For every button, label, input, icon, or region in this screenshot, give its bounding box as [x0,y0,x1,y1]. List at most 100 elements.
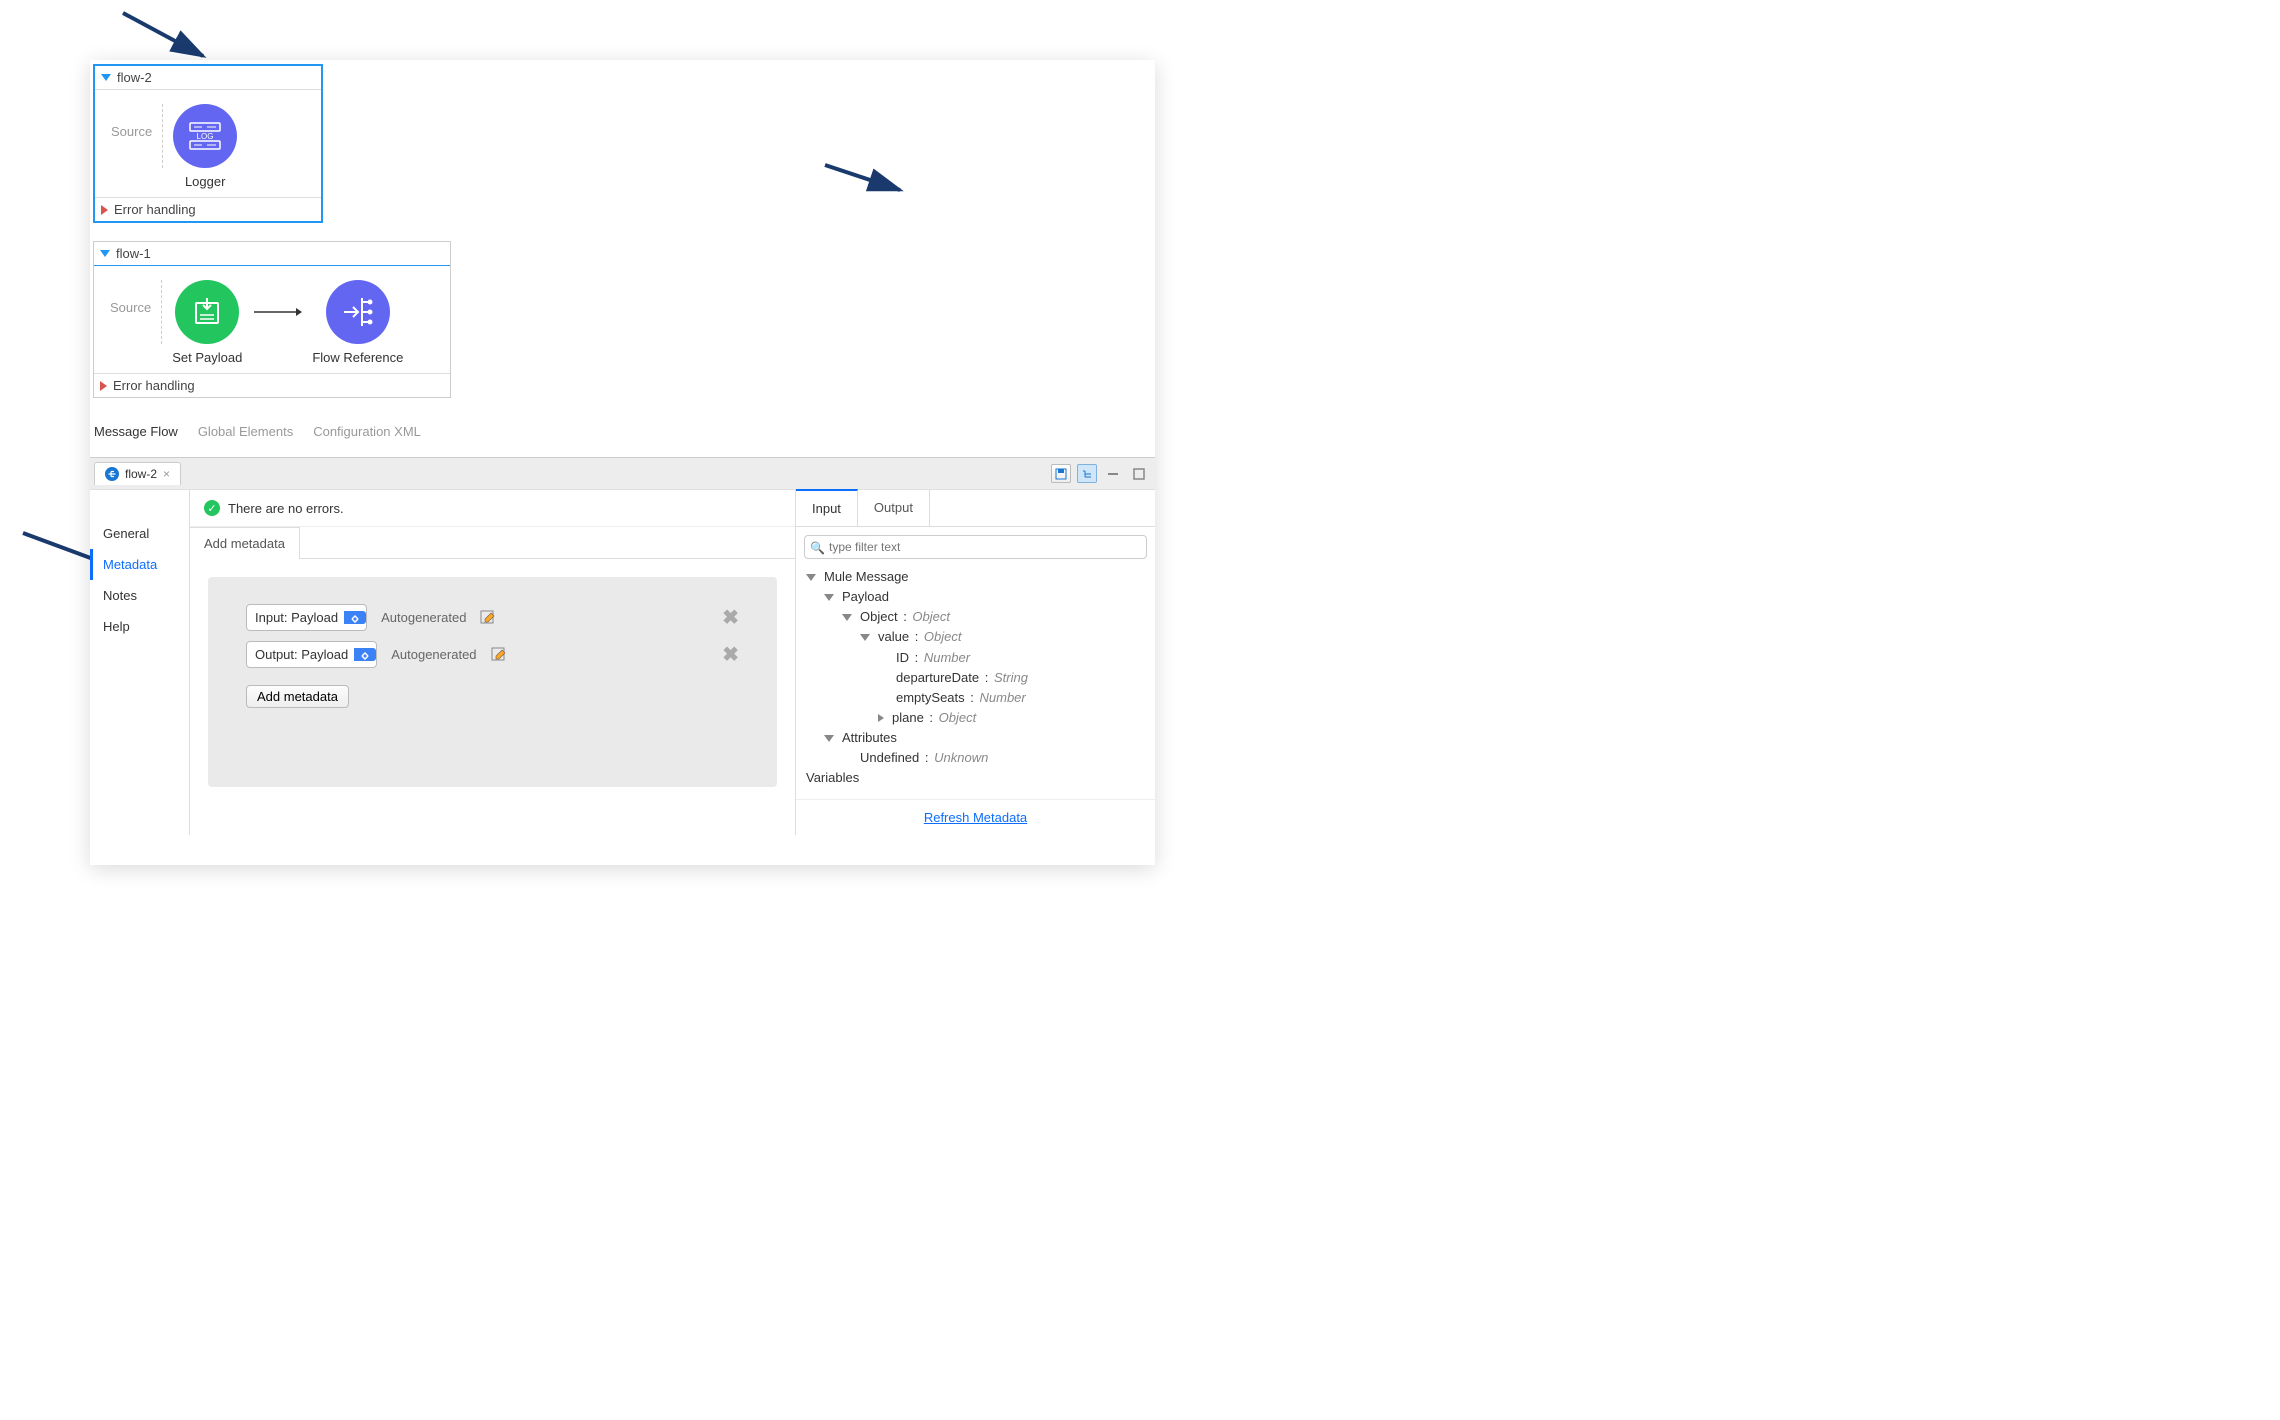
edit-icon[interactable] [480,610,496,626]
metadata-tabs: Add metadata [190,527,795,559]
tree-node-variables[interactable]: Variables [806,768,1145,788]
flow-box-flow1[interactable]: flow-1 Source Set Payload [93,241,451,398]
chevron-down-icon [100,250,110,257]
flow-box-flow2[interactable]: flow-2 Source LOG Logger Error handling [93,64,323,223]
tree-node-payload[interactable]: Payload [806,587,1145,607]
tree-node-undefined[interactable]: Undefined : Unknown [806,748,1145,768]
node-label: Flow Reference [312,350,403,365]
properties-tabbar: flow-2 × [90,458,1155,490]
properties-body: General Metadata Notes Help ✓ There are … [90,490,1155,835]
flow-node-flow-reference[interactable]: Flow Reference [312,280,403,365]
flow-title: flow-2 [117,70,152,85]
close-icon[interactable]: × [163,467,170,481]
tab-global-elements[interactable]: Global Elements [198,424,293,439]
delete-icon[interactable]: ✖ [722,605,739,630]
minimize-icon[interactable] [1103,464,1123,483]
edit-icon[interactable] [491,647,507,663]
status-text: There are no errors. [228,501,344,516]
maximize-icon[interactable] [1129,464,1149,483]
logger-icon: LOG [173,104,237,168]
delete-icon[interactable]: ✖ [722,642,739,667]
metadata-row-input: Input: Payload Autogenerated ✖ [246,605,739,630]
tab-add-metadata[interactable]: Add metadata [190,527,300,559]
nav-item-help[interactable]: Help [90,611,189,642]
metadata-form: Input: Payload Autogenerated ✖ Output: P… [208,577,777,787]
tree-node-plane[interactable]: plane : Object [806,708,1145,728]
chevron-down-icon [842,614,852,621]
chevron-right-icon [878,714,884,722]
status-bar: ✓ There are no errors. [190,490,795,527]
panel-toolbar [1051,464,1155,483]
flow-node-logger[interactable]: LOG Logger [173,104,237,189]
tree-node-attributes[interactable]: Attributes [806,728,1145,748]
set-payload-icon [175,280,239,344]
refresh-metadata-link[interactable]: Refresh Metadata [924,810,1027,825]
canvas-area: flow-2 Source LOG Logger Error handling [90,64,1155,457]
source-placeholder[interactable]: Source [107,104,163,168]
tab-message-flow[interactable]: Message Flow [94,424,178,439]
flow-header[interactable]: flow-1 [94,242,450,266]
chevron-down-icon [824,594,834,601]
tree-node-value[interactable]: value : Object [806,627,1145,647]
autogenerated-label: Autogenerated [391,647,476,662]
flow-header[interactable]: flow-2 [95,66,321,90]
flow-icon [105,467,119,481]
chevron-right-icon [100,381,107,391]
metadata-row-output: Output: Payload Autogenerated ✖ [246,642,739,667]
autogenerated-label: Autogenerated [381,610,466,625]
metadata-content: Input: Payload Autogenerated ✖ Output: P… [190,559,795,805]
add-metadata-button[interactable]: Add metadata [246,685,349,708]
tree-node-mule-message[interactable]: Mule Message [806,567,1145,587]
properties-panel: flow-2 × General Metadata Notes Help [90,457,1155,835]
tree-node-object[interactable]: Object : Object [806,607,1145,627]
node-label: Logger [185,174,225,189]
refresh-row: Refresh Metadata [796,799,1155,835]
properties-main: ✓ There are no errors. Add metadata Inpu… [190,490,795,835]
nav-item-notes[interactable]: Notes [90,580,189,611]
select-input-payload[interactable]: Input: Payload [246,610,367,625]
annotation-arrow-icon [820,160,910,200]
check-icon: ✓ [204,500,220,516]
error-handling-label: Error handling [114,202,196,217]
nav-item-general[interactable]: General [90,518,189,549]
select-caret-icon [344,611,366,624]
tab-input[interactable]: Input [796,489,858,526]
flow-connector-arrow-icon [252,306,302,318]
error-handling-section[interactable]: Error handling [94,373,450,397]
select-output-payload[interactable]: Output: Payload [246,647,377,662]
tree-node-id[interactable]: ID : Number [806,648,1145,668]
tree-view-icon[interactable] [1077,464,1097,483]
node-label: Set Payload [172,350,242,365]
flow-reference-icon [326,280,390,344]
properties-tab-label: flow-2 [125,467,157,481]
save-icon[interactable] [1051,464,1071,483]
chevron-down-icon [860,634,870,641]
chevron-down-icon [824,735,834,742]
flow-title: flow-1 [116,246,151,261]
error-handling-label: Error handling [113,378,195,393]
tab-output[interactable]: Output [858,490,930,526]
io-tabs: Input Output [796,490,1155,527]
chevron-right-icon [101,205,108,215]
flow-body: Source LOG Logger [95,90,321,197]
properties-tab-flow2[interactable]: flow-2 × [94,462,181,485]
tree-node-empty-seats[interactable]: emptySeats : Number [806,688,1145,708]
select-caret-icon [354,648,376,661]
source-placeholder[interactable]: Source [106,280,162,344]
editor-window: flow-2 Source LOG Logger Error handling [90,60,1155,865]
properties-left-nav: General Metadata Notes Help [90,490,190,835]
nav-item-metadata[interactable]: Metadata [90,549,189,580]
tab-configuration-xml[interactable]: Configuration XML [313,424,421,439]
metadata-inspector: Input Output 🔍 Mule Message Payload Obje… [795,490,1155,835]
chevron-down-icon [806,574,816,581]
svg-text:LOG: LOG [197,132,214,141]
tree-node-departure-date[interactable]: departureDate : String [806,668,1145,688]
editor-bottom-tabs: Message Flow Global Elements Configurati… [90,416,1155,447]
error-handling-section[interactable]: Error handling [95,197,321,221]
filter-input[interactable] [804,535,1147,559]
flow-body: Source Set Payload Flow Reference [94,266,450,373]
annotation-arrow-icon [118,8,238,68]
flow-node-set-payload[interactable]: Set Payload [172,280,242,365]
chevron-down-icon [101,74,111,81]
search-icon: 🔍 [810,541,825,555]
